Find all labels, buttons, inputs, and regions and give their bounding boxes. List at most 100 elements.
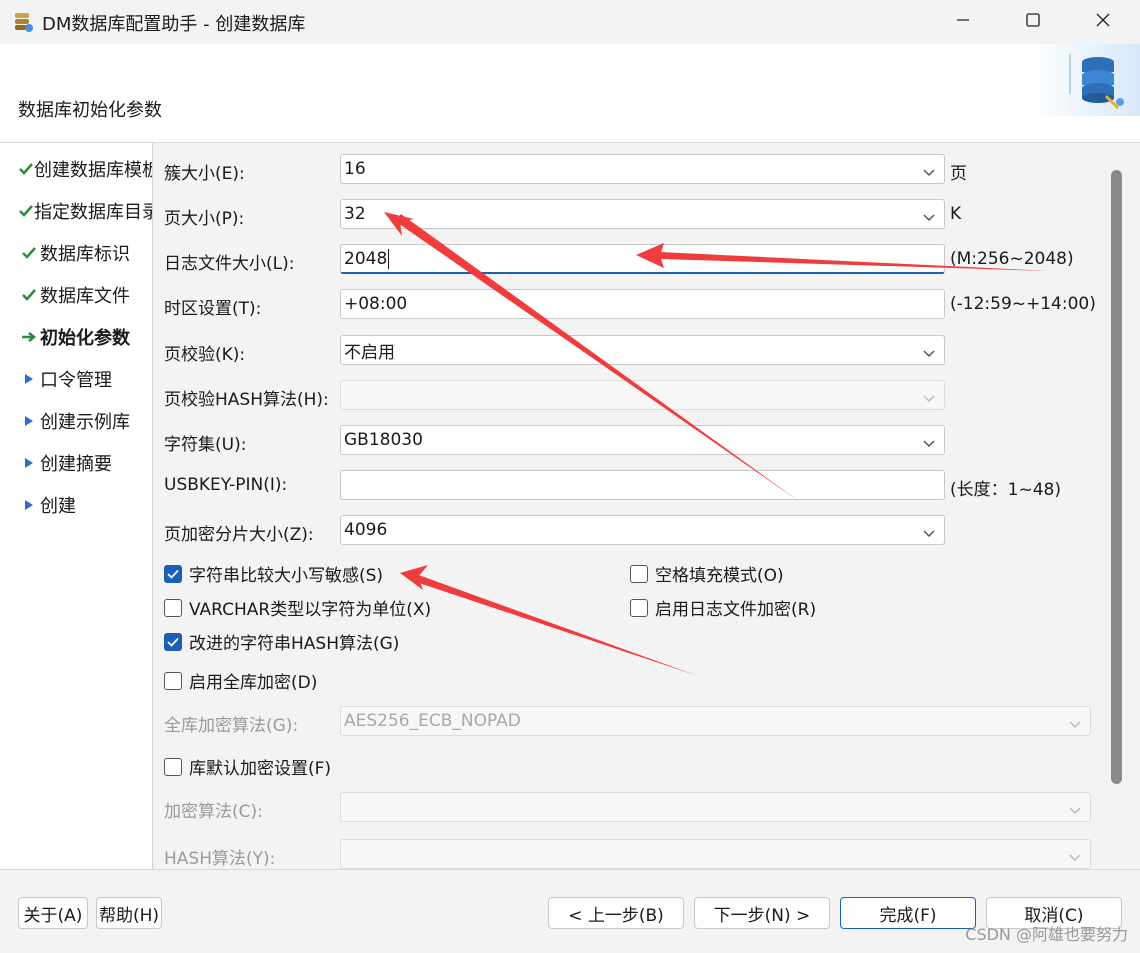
nav-step-db-files[interactable]: 数据库文件 [0,280,152,310]
log-size-input[interactable]: 2048 [340,244,945,274]
log-size-value: 2048 [344,248,388,269]
page-size-value: 32 [344,204,366,224]
minimize-icon [955,12,971,33]
cluster-size-label: 簇大小(E): [164,164,245,184]
nav-step-create-template[interactable]: 创建数据库模板 [0,154,152,184]
nav-step-label: 创建数据库模板 [34,160,152,181]
title-bar: DM数据库配置助手 - 创建数据库 [0,0,1140,44]
hash-algo-select[interactable] [340,839,1091,869]
close-icon [1095,12,1111,33]
checkbox-unchecked-icon [164,757,182,776]
timezone-range: (-12:59~+14:00) [950,294,1096,314]
chevron-down-icon [922,524,936,544]
full-db-encrypt-label: 启用全库加密(D) [189,673,318,693]
prev-button[interactable]: < 上一步(B) [548,897,684,929]
nav-step-summary[interactable]: 创建摘要 [0,448,152,478]
minimize-button[interactable] [928,0,998,44]
blank-pad-checkbox[interactable]: 空格填充模式(O) [630,561,784,586]
triangle-right-icon [18,415,40,427]
nav-step-label: 创建摘要 [40,454,112,475]
init-params-form: 簇大小(E): 16 页 页大小(P): 32 K 日志文件大小(L): 204… [153,143,1140,869]
maximize-button[interactable] [998,0,1068,44]
nav-step-create[interactable]: 创建 [0,490,152,520]
triangle-right-icon [18,373,40,385]
close-button[interactable] [1068,0,1138,44]
page-size-label: 页大小(P): [164,209,245,229]
page-enc-slice-select[interactable]: 4096 [340,515,945,545]
about-button[interactable]: 关于(A) [18,897,88,929]
help-button[interactable]: 帮助(H) [96,897,162,929]
enc-algo-select[interactable] [340,792,1091,822]
cluster-size-select[interactable]: 16 [340,154,945,184]
window-title: DM数据库配置助手 - 创建数据库 [42,14,306,35]
full-enc-algo-select[interactable]: AES256_ECB_NOPAD [340,706,1091,736]
finish-button[interactable]: 完成(F) [840,897,976,929]
page-check-value: 不启用 [344,342,395,363]
full-enc-algo-label: 全库加密算法(G): [164,716,299,736]
varchar-char-unit-label: VARCHAR类型以字符为单位(X) [189,600,432,620]
full-db-encrypt-checkbox[interactable]: 启用全库加密(D) [164,668,317,693]
nav-step-db-directory[interactable]: 指定数据库目录 [0,196,152,226]
nav-step-sample-db[interactable]: 创建示例库 [0,406,152,436]
timezone-label: 时区设置(T): [164,299,262,319]
app-icon [12,11,34,33]
log-size-label: 日志文件大小(L): [164,254,295,274]
check-icon [18,204,34,218]
nav-step-db-identity[interactable]: 数据库标识 [0,238,152,268]
cluster-size-unit: 页 [950,164,967,184]
watermark: CSDN @阿雄也要努力 [965,925,1128,944]
nav-step-label: 数据库标识 [40,244,130,265]
scrollbar-thumb[interactable] [1111,170,1122,784]
chevron-down-icon [922,434,936,454]
varchar-char-unit-checkbox[interactable]: VARCHAR类型以字符为单位(X) [164,595,431,620]
arrow-right-icon [18,330,40,344]
chevron-down-icon [1068,801,1082,821]
charset-value: GB18030 [344,430,423,450]
timezone-input[interactable]: +08:00 [340,289,945,319]
nav-step-init-params[interactable]: 初始化参数 [0,322,152,352]
triangle-right-icon [18,457,40,469]
checkbox-checked-icon [164,564,182,583]
charset-select[interactable]: GB18030 [340,425,945,455]
cluster-size-value: 16 [344,159,366,179]
page-check-hash-select[interactable] [340,380,945,410]
improved-hash-checkbox[interactable]: 改进的字符串HASH算法(G) [164,629,399,654]
usbkey-pin-input[interactable] [340,470,945,500]
chevron-down-icon [1068,715,1082,735]
next-button[interactable]: 下一步(N) > [694,897,830,929]
case-sensitive-checkbox[interactable]: 字符串比较大小写敏感(S) [164,561,383,586]
nav-step-label: 指定数据库目录 [34,202,152,223]
text-cursor [388,248,390,269]
triangle-right-icon [18,499,40,511]
enc-algo-label: 加密算法(C): [164,802,263,822]
maximize-icon [1025,12,1041,33]
footer-bar: 关于(A) 帮助(H) < 上一步(B) 下一步(N) > 完成(F) 取消(C… [0,869,1140,953]
check-icon [18,162,34,176]
nav-step-label: 口令管理 [40,370,112,391]
chevron-down-icon [922,208,936,228]
default-enc-setting-checkbox[interactable]: 库默认加密设置(F) [164,754,331,779]
log-encrypt-label: 启用日志文件加密(R) [655,600,817,620]
case-sensitive-label: 字符串比较大小写敏感(S) [189,566,384,586]
page-check-label: 页校验(K): [164,345,246,365]
usbkey-pin-label: USBKEY-PIN(I): [164,475,288,495]
nav-step-label: 创建示例库 [40,412,130,433]
log-size-range: (M:256~2048) [950,249,1074,269]
chevron-down-icon [922,389,936,409]
page-check-select[interactable]: 不启用 [340,335,945,365]
full-enc-algo-value: AES256_ECB_NOPAD [344,711,521,731]
header-banner: 数据库初始化参数 [0,44,1140,143]
checkbox-unchecked-icon [630,598,648,617]
page-size-select[interactable]: 32 [340,199,945,229]
improved-hash-label: 改进的字符串HASH算法(G) [189,634,400,654]
default-enc-setting-label: 库默认加密设置(F) [189,759,332,779]
database-gear-icon [1030,44,1140,116]
nav-step-password[interactable]: 口令管理 [0,364,152,394]
timezone-value: +08:00 [344,294,408,314]
page-enc-slice-value: 4096 [344,520,388,540]
checkbox-unchecked-icon [164,671,182,690]
nav-step-label: 初始化参数 [40,328,130,349]
page-title: 数据库初始化参数 [18,100,162,121]
check-icon [18,246,40,260]
log-encrypt-checkbox[interactable]: 启用日志文件加密(R) [630,595,816,620]
